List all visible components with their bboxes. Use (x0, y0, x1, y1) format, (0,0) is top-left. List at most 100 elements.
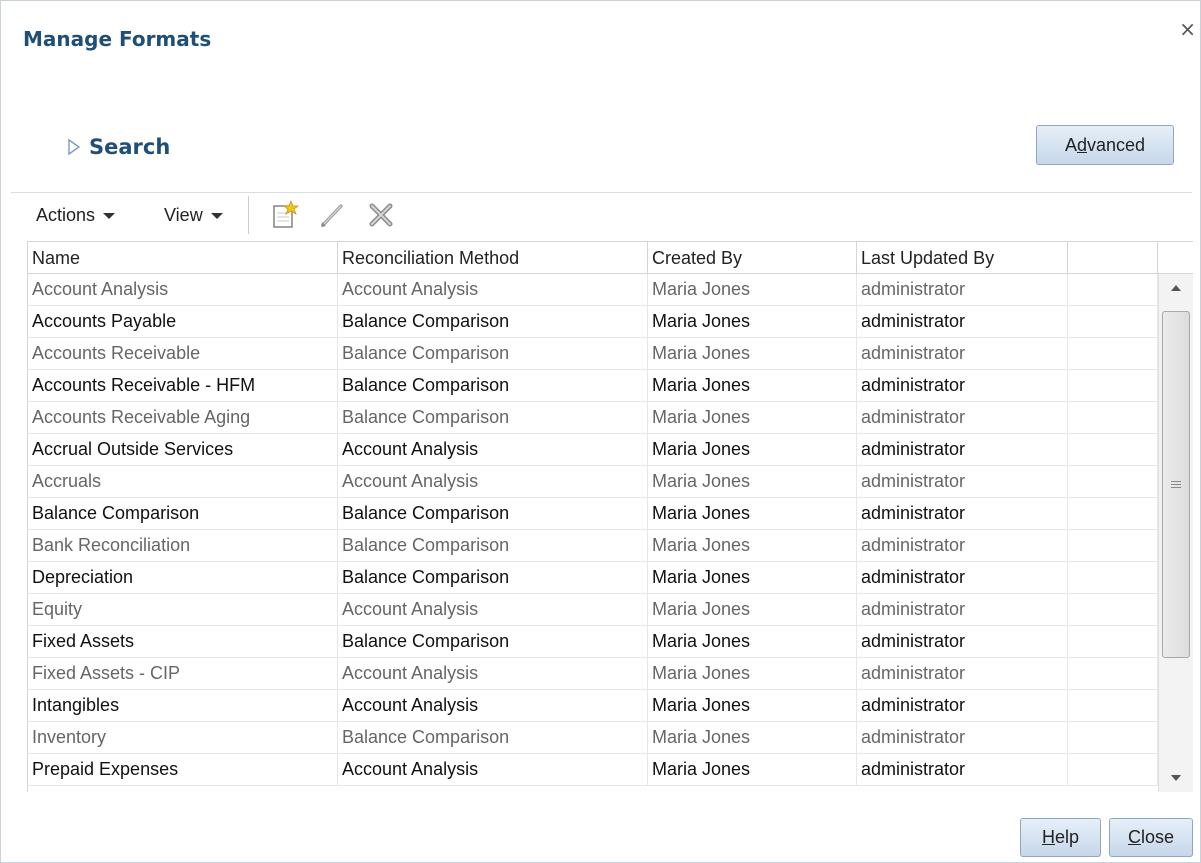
table-header: Name Reconciliation Method Created By La… (28, 241, 1158, 274)
close-label-rest: lose (1140, 827, 1175, 847)
cell-created-by: Maria Jones (648, 338, 857, 369)
cell-name: Prepaid Expenses (28, 754, 338, 785)
table-row[interactable]: Accounts Receivable Balance Comparison Mar… (28, 338, 1158, 370)
cell-last-updated-by: administrator (857, 690, 1068, 721)
close-icon[interactable]: × (1179, 19, 1196, 39)
column-header-name[interactable]: Name (28, 242, 338, 274)
cell-created-by: Maria Jones (648, 498, 857, 529)
dialog-title: Manage Formats (23, 27, 212, 51)
cell-last-updated-by: administrator (857, 530, 1068, 561)
cell-reconciliation-method: Balance Comparison (338, 498, 648, 529)
edit-icon[interactable] (317, 200, 347, 230)
table-row[interactable]: Accounts Payable Balance Comparison Maria … (28, 306, 1158, 338)
cell-reconciliation-method: Balance Comparison (338, 626, 648, 657)
table-row[interactable]: Prepaid Expenses Account Analysis Maria Jo… (28, 754, 1158, 786)
search-heading[interactable]: Search (89, 135, 170, 159)
manage-formats-dialog: Manage Formats × Search Ad vanced Actions… (0, 0, 1201, 863)
cell-filler (1068, 338, 1158, 369)
search-disclosure[interactable]: Search (67, 132, 170, 162)
cell-reconciliation-method: Balance Comparison (338, 530, 648, 561)
cell-reconciliation-method: Balance Comparison (338, 562, 648, 593)
cell-reconciliation-method: Balance Comparison (338, 722, 648, 753)
view-menu[interactable]: View (164, 205, 223, 226)
column-header-reconciliation-method[interactable]: Reconciliation Method (338, 242, 648, 274)
cell-last-updated-by: administrator (857, 754, 1068, 785)
cell-created-by: Maria Jones (648, 434, 857, 465)
actions-menu-label: Actions (36, 205, 96, 225)
cell-last-updated-by: administrator (857, 658, 1068, 689)
cell-name: Bank Reconciliation (28, 530, 338, 561)
help-label-rest: elp (1054, 827, 1080, 847)
cell-filler (1068, 754, 1158, 785)
scroll-down-arrow-icon[interactable] (1159, 764, 1193, 792)
advanced-label-a: A (1064, 134, 1077, 155)
table-row[interactable]: Accrual Outside Services Account Analysis… (28, 434, 1158, 466)
cell-last-updated-by: administrator (857, 402, 1068, 433)
cell-filler (1068, 274, 1158, 305)
cell-created-by: Maria Jones (648, 722, 857, 753)
table-row[interactable]: Accounts Receivable - HFM Balance Compari… (28, 370, 1158, 402)
cell-reconciliation-method: Account Analysis (338, 658, 648, 689)
cell-last-updated-by: administrator (857, 626, 1068, 657)
cell-reconciliation-method: Account Analysis (338, 274, 648, 305)
close-button[interactable]: Close (1109, 818, 1193, 857)
advanced-button[interactable]: Ad vanced (1036, 125, 1174, 165)
column-header-created-by[interactable]: Created By (648, 242, 857, 274)
cell-created-by: Maria Jones (648, 274, 857, 305)
cell-created-by: Maria Jones (648, 562, 857, 593)
help-label-mnemonic: H (1041, 827, 1055, 847)
cell-name: Equity (28, 594, 338, 625)
cell-name: Account Analysis (28, 274, 338, 305)
cell-created-by: Maria Jones (648, 754, 857, 785)
advanced-label-rest: vanced (1086, 134, 1146, 155)
column-header-last-updated-by[interactable]: Last Updated By (857, 242, 1068, 274)
cell-created-by: Maria Jones (648, 690, 857, 721)
cell-filler (1068, 434, 1158, 465)
actions-menu[interactable]: Actions (36, 205, 116, 226)
table-toolbar: Actions View (11, 194, 1192, 239)
cell-name: Accruals (28, 466, 338, 497)
table-row[interactable]: Fixed Assets Balance Comparison Maria Jone… (28, 626, 1158, 658)
cell-name: Accrual Outside Services (28, 434, 338, 465)
cell-last-updated-by: administrator (857, 370, 1068, 401)
table-row[interactable]: Balance Comparison Balance Comparison Mari… (28, 498, 1158, 530)
cell-filler (1068, 530, 1158, 561)
table-row[interactable]: Depreciation Balance Comparison Maria Jone… (28, 562, 1158, 594)
grip-icon (1171, 479, 1181, 490)
table-row[interactable]: Bank Reconciliation Balance Comparison Mar… (28, 530, 1158, 562)
cell-filler (1068, 594, 1158, 625)
chevron-down-icon (210, 212, 223, 219)
cell-filler (1068, 466, 1158, 497)
cell-name: Fixed Assets (28, 626, 338, 657)
table-row[interactable]: Intangibles Account Analysis Maria Jones ad… (28, 690, 1158, 722)
formats-table: Name Reconciliation Method Created By La… (27, 241, 1193, 792)
table-row[interactable]: Accruals Account Analysis Maria Jones admin… (28, 466, 1158, 498)
table-row[interactable]: Fixed Assets - CIP Account Analysis Maria … (28, 658, 1158, 690)
cell-last-updated-by: administrator (857, 498, 1068, 529)
table-row[interactable]: Inventory Balance Comparison Maria Jones ad… (28, 722, 1158, 754)
cell-name: Inventory (28, 722, 338, 753)
table-row[interactable]: Accounts Receivable Aging Balance Compari… (28, 402, 1158, 434)
scroll-up-arrow-icon[interactable] (1159, 274, 1193, 302)
new-icon[interactable] (269, 200, 299, 230)
cell-name: Fixed Assets - CIP (28, 658, 338, 689)
scrollbar-thumb[interactable] (1162, 311, 1190, 658)
close-label-mnemonic: C (1127, 827, 1141, 847)
cell-last-updated-by: administrator (857, 306, 1068, 337)
cell-created-by: Maria Jones (648, 466, 857, 497)
cell-created-by: Maria Jones (648, 626, 857, 657)
table-row[interactable]: Equity Account Analysis Maria Jones adminis… (28, 594, 1158, 626)
delete-icon[interactable] (366, 200, 396, 230)
cell-created-by: Maria Jones (648, 594, 857, 625)
cell-name: Intangibles (28, 690, 338, 721)
cell-reconciliation-method: Account Analysis (338, 466, 648, 497)
table-row[interactable]: Account Analysis Account Analysis Maria Jo… (28, 274, 1158, 306)
vertical-scrollbar[interactable] (1158, 274, 1193, 792)
header-scrollbar-pad (1158, 241, 1193, 274)
cell-last-updated-by: administrator (857, 338, 1068, 369)
cell-filler (1068, 402, 1158, 433)
help-button[interactable]: Help (1020, 818, 1101, 857)
disclosure-triangle-icon[interactable] (67, 138, 81, 156)
cell-name: Depreciation (28, 562, 338, 593)
cell-last-updated-by: administrator (857, 594, 1068, 625)
